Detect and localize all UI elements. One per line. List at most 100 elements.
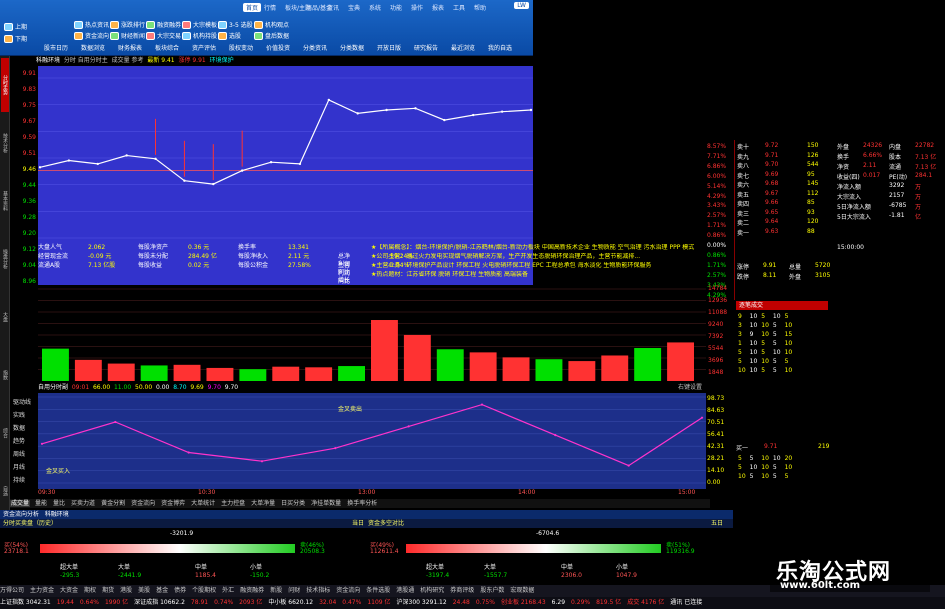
- volume-chart[interactable]: 14784 12936 11088 9240 7392 5544 3696 1848: [38, 285, 727, 383]
- indicator-tab-8[interactable]: 主力控盘: [220, 500, 246, 507]
- taskbar-item-10[interactable]: 外汇: [222, 587, 234, 594]
- taskbar-item-6[interactable]: 美股: [138, 587, 150, 594]
- indicator-tab-5[interactable]: 资金流向: [130, 500, 156, 507]
- price-point: [443, 118, 446, 122]
- tool-button-main-1[interactable]: 下期: [4, 34, 27, 43]
- sell-signal-label: 金叉卖出: [338, 405, 362, 413]
- sidebar-tab-3[interactable]: 操盘分析: [1, 232, 9, 286]
- indicator-tab-6[interactable]: 资金博弈: [160, 500, 186, 507]
- tool-button-r2-3[interactable]: 机构持股: [182, 31, 217, 40]
- tool-button-r1-1[interactable]: 涨跌排行: [110, 20, 145, 29]
- menu-tab-7[interactable]: 功能: [390, 3, 402, 12]
- indicator-tab-9[interactable]: 大单净量: [250, 500, 276, 507]
- menu-tab-6[interactable]: 系统: [369, 3, 381, 12]
- taskbar-item-8[interactable]: 债券: [174, 587, 186, 594]
- quote-stat: 8.11: [763, 272, 777, 279]
- sidebar-tab-4[interactable]: 大盘: [1, 290, 9, 344]
- tool-button-main-4[interactable]: 财务报表: [118, 43, 142, 52]
- tool-button-main-5[interactable]: 板块综合: [155, 43, 179, 52]
- indicator-tab-0[interactable]: 成交量: [10, 500, 31, 507]
- taskbar-item-18[interactable]: 机构研究: [420, 587, 444, 594]
- menu-tab-11[interactable]: 帮助: [474, 3, 486, 12]
- tick-row: 10 10 5 5 10: [736, 366, 794, 375]
- indicator-chart[interactable]: 金叉买入 金叉卖出: [38, 393, 706, 489]
- tool-button-main-2[interactable]: 股市日历: [44, 43, 68, 52]
- taskbar-item-13[interactable]: 问财: [288, 587, 300, 594]
- tool-button-r2-4[interactable]: 选股: [218, 31, 241, 40]
- menu-tab-4[interactable]: 资讯: [327, 3, 339, 12]
- taskbar-item-2[interactable]: 大资金: [60, 587, 78, 594]
- ind-val-a: 09:01: [71, 384, 90, 391]
- taskbar-item-17[interactable]: 港股通: [396, 587, 414, 594]
- menu-tab-9[interactable]: 报表: [432, 3, 444, 12]
- menu-tab-1[interactable]: 行情: [264, 3, 276, 12]
- tool-button-main-11[interactable]: 开放日版: [377, 43, 401, 52]
- tool-button-main-10[interactable]: 分类数据: [340, 43, 364, 52]
- taskbar-item-1[interactable]: 主力资金: [30, 587, 54, 594]
- info-cell: -0.09 元: [88, 253, 112, 260]
- volume-bar: [667, 342, 694, 381]
- sidebar-tab-6[interactable]: 综合: [1, 406, 9, 460]
- taskbar-item-3[interactable]: 期权: [84, 587, 96, 594]
- tool-button-main-7[interactable]: 股权变动: [229, 43, 253, 52]
- tool-button-main-6[interactable]: 资产评估: [192, 43, 216, 52]
- taskbar-item-19[interactable]: 券商评级: [450, 587, 474, 594]
- tool-button-main-13[interactable]: 最近浏览: [451, 43, 475, 52]
- tool-button-main-12[interactable]: 研究报告: [414, 43, 438, 52]
- right-click-settings-button[interactable]: 右键设置: [678, 383, 702, 392]
- tool-button-r2-2[interactable]: 大宗交易: [146, 31, 181, 40]
- flow-cat-val-0-3: -150.2: [250, 572, 270, 579]
- indicator-tab-1[interactable]: 量能: [34, 500, 48, 507]
- tool-button-r2-0[interactable]: 资金流向: [74, 31, 109, 40]
- tool-button-r1-3[interactable]: 大宗模板: [182, 20, 217, 29]
- indicator-tab-2[interactable]: 量比: [52, 500, 66, 507]
- tool-button-main-14[interactable]: 我的自选: [488, 43, 512, 52]
- sidebar-tab-5[interactable]: 指数: [1, 348, 9, 402]
- taskbar-item-4[interactable]: 期货: [102, 587, 114, 594]
- menu-tab-10[interactable]: 工具: [453, 3, 465, 12]
- tool-button-main-3[interactable]: 数据浏览: [81, 43, 105, 52]
- quote-cell: 换手: [837, 154, 850, 161]
- taskbar-item-21[interactable]: 宏观数据: [510, 587, 534, 594]
- sidebar-tab-2[interactable]: 基本资料: [1, 174, 9, 228]
- menu-tab-8[interactable]: 操作: [411, 3, 423, 12]
- indicator-tab-12[interactable]: 换手率分析: [346, 500, 378, 507]
- taskbar-item-14[interactable]: 技术指标: [306, 587, 330, 594]
- user-badge[interactable]: LW: [514, 2, 529, 9]
- taskbar-item-5[interactable]: 港股: [120, 587, 132, 594]
- taskbar-item-12[interactable]: 新股: [270, 587, 282, 594]
- tool-button-main-8[interactable]: 价值投资: [266, 43, 290, 52]
- flow-5day-tab[interactable]: 五日: [711, 519, 723, 528]
- indicator-tab-3[interactable]: 买卖力道: [70, 500, 96, 507]
- flow-compare-tab[interactable]: 资金多空对比: [368, 519, 404, 528]
- indicator-title[interactable]: 自用分时副: [38, 384, 68, 391]
- sidebar-tab-0[interactable]: 分时走势: [1, 58, 9, 112]
- tool-button-r1-4[interactable]: 3-5 选股: [218, 20, 253, 29]
- flow-today-tab[interactable]: 当日: [352, 519, 364, 528]
- indicator-tab-4[interactable]: 黄金分割: [100, 500, 126, 507]
- indicator-tab-7[interactable]: 大单统计: [190, 500, 216, 507]
- taskbar-item-9[interactable]: 个股期权: [192, 587, 216, 594]
- sidebar-tab-1[interactable]: 技术分析: [1, 116, 9, 170]
- taskbar-item-11[interactable]: 融资融券: [240, 587, 264, 594]
- tool-button-r2-1[interactable]: 财经新闻: [110, 31, 145, 40]
- tool-button-main-0[interactable]: 上期: [4, 22, 27, 31]
- tool-button-r2-5[interactable]: 盘后数据: [254, 31, 289, 40]
- taskbar-item-16[interactable]: 条件选股: [366, 587, 390, 594]
- indicator-point: [334, 447, 337, 450]
- menu-tab-5[interactable]: 宝典: [348, 3, 360, 12]
- tick-row: 5 5 10 10 20: [736, 454, 794, 463]
- taskbar-item-20[interactable]: 股东户数: [480, 587, 504, 594]
- taskbar-item-0[interactable]: 万得公司: [0, 587, 24, 594]
- ask-vol: 150: [807, 142, 819, 149]
- taskbar-item-15[interactable]: 资金流向: [336, 587, 360, 594]
- menu-tab-0[interactable]: 首页: [243, 3, 262, 12]
- indicator-tab-10[interactable]: 日买分类: [280, 500, 306, 507]
- taskbar-item-7[interactable]: 基金: [156, 587, 168, 594]
- tool-button-r1-5[interactable]: 机构观点: [254, 20, 289, 29]
- indicator-tab-11[interactable]: 净挂单数量: [310, 500, 342, 507]
- stock-name[interactable]: 科融环境: [36, 57, 60, 64]
- tool-button-r1-0[interactable]: 热点资讯: [74, 20, 109, 29]
- tool-button-main-9[interactable]: 分类资讯: [303, 43, 327, 52]
- tool-button-r1-2[interactable]: 融资融券: [146, 20, 181, 29]
